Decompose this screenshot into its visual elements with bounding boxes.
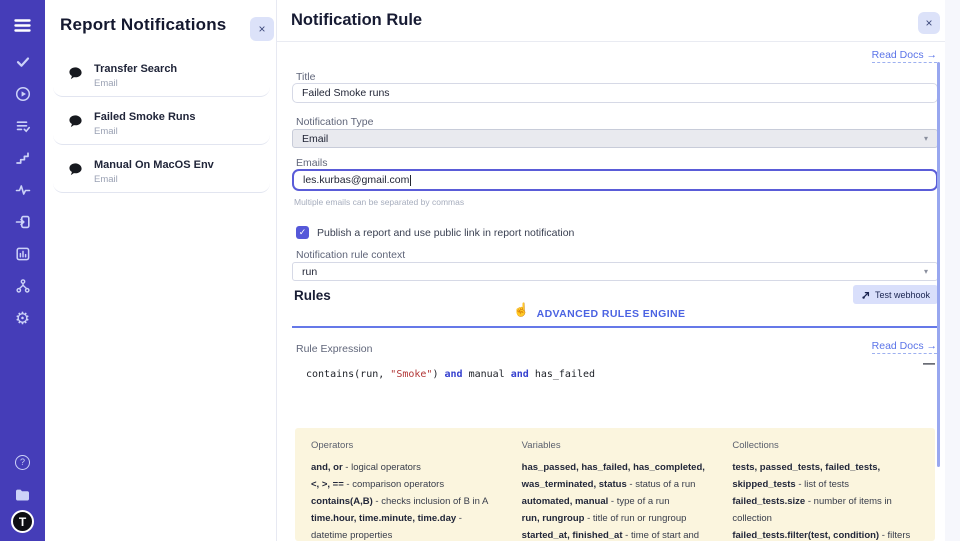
notification-rule-panel: Notification Rule × Read Docs → Title Fa… <box>277 0 945 541</box>
tab-active-indicator <box>292 326 938 328</box>
chevron-down-icon: ▾ <box>924 134 928 143</box>
list-item[interactable]: Manual On MacOS Env Email <box>53 150 270 193</box>
text-cursor <box>410 175 411 186</box>
read-docs-link[interactable]: Read Docs → <box>872 340 937 354</box>
column-entries: and, or - logical operators<, >, == - co… <box>311 459 498 541</box>
steps-icon[interactable] <box>0 142 45 174</box>
settings-gear-icon[interactable]: ⚙ <box>0 302 45 334</box>
app-window: ⚙ ? T Report Notifications × Transfer Se… <box>0 0 960 541</box>
main-header: Notification Rule × <box>277 0 945 42</box>
context-label: Notification rule context <box>296 249 405 261</box>
library-icon[interactable] <box>0 478 45 510</box>
report-notifications-panel: Report Notifications × Transfer Search E… <box>45 0 277 541</box>
chat-bubble-icon <box>67 162 84 177</box>
branch-icon[interactable] <box>0 270 45 302</box>
hand-cursor-icon: ☝ <box>513 302 529 318</box>
column-title: Operators <box>311 440 498 451</box>
chevron-down-icon: ▾ <box>924 267 928 276</box>
collapse-editor-handle[interactable]: — <box>923 356 935 370</box>
emails-input[interactable]: les.kurbas@gmail.com <box>292 169 938 191</box>
publish-checkbox[interactable]: ✓ <box>296 226 309 239</box>
notification-channel: Email <box>94 174 214 185</box>
panel-title: Report Notifications <box>60 15 226 35</box>
notification-type-select[interactable]: Email ▾ <box>292 129 938 148</box>
publish-checkbox-row: ✓ Publish a report and use public link i… <box>296 226 574 239</box>
context-select[interactable]: run ▾ <box>292 262 938 281</box>
test-webhook-button[interactable]: Test webhook <box>853 285 938 304</box>
play-circle-icon[interactable] <box>0 78 45 110</box>
panel-close-button[interactable]: × <box>250 17 274 41</box>
activity-icon[interactable] <box>0 174 45 206</box>
title-input[interactable]: Failed Smoke runs <box>292 83 938 103</box>
list-item[interactable]: Failed Smoke Runs Email <box>53 102 270 145</box>
sidebar: ⚙ ? T <box>0 0 45 541</box>
tab-advanced-rules-engine[interactable]: ADVANCED RULES ENGINE <box>277 308 945 320</box>
rules-help-panel: Operators and, or - logical operators<, … <box>295 428 935 541</box>
notification-type-value: Email <box>302 133 328 145</box>
notification-channel: Email <box>94 78 177 89</box>
chat-bubble-icon <box>67 66 84 81</box>
title-value: Failed Smoke runs <box>302 87 390 99</box>
emails-label: Emails <box>296 157 328 169</box>
notification-type-label: Notification Type <box>296 116 373 128</box>
notification-title: Failed Smoke Runs <box>94 111 195 123</box>
column-title: Variables <box>522 440 709 451</box>
notification-title: Transfer Search <box>94 63 177 75</box>
chat-bubble-icon <box>67 114 84 129</box>
notification-title: Manual On MacOS Env <box>94 159 214 171</box>
publish-checkbox-label: Publish a report and use public link in … <box>317 227 574 239</box>
context-value: run <box>302 266 317 278</box>
rules-heading: Rules <box>294 288 331 303</box>
webhook-arrow-icon <box>861 290 871 300</box>
column-title: Collections <box>732 440 919 451</box>
collections-column: Collections tests, passed_tests, failed_… <box>732 440 919 529</box>
sign-in-icon[interactable] <box>0 206 45 238</box>
task-list-icon[interactable] <box>0 110 45 142</box>
read-docs-link[interactable]: Read Docs → <box>872 49 937 63</box>
page-title: Notification Rule <box>291 11 422 30</box>
column-entries: has_passed, has_failed, has_completed, w… <box>522 459 709 541</box>
main-close-button[interactable]: × <box>918 12 940 34</box>
help-icon[interactable]: ? <box>0 446 45 478</box>
reports-chart-icon[interactable] <box>0 238 45 270</box>
title-label: Title <box>296 71 315 83</box>
list-item[interactable]: Transfer Search Email <box>53 54 270 97</box>
rule-expression-editor[interactable]: contains(run, "Smoke") and manual and ha… <box>306 369 595 380</box>
variables-column: Variables has_passed, has_failed, has_co… <box>522 440 709 529</box>
test-webhook-label: Test webhook <box>875 290 930 300</box>
notification-channel: Email <box>94 126 195 137</box>
emails-hint: Multiple emails can be separated by comm… <box>294 197 464 207</box>
notification-list: Transfer Search Email Failed Smoke Runs … <box>53 54 270 198</box>
menu-icon[interactable] <box>0 9 45 41</box>
rule-expression-label: Rule Expression <box>296 343 372 355</box>
operators-column: Operators and, or - logical operators<, … <box>311 440 498 529</box>
app-logo[interactable]: T <box>11 510 34 533</box>
column-entries: tests, passed_tests, failed_tests, skipp… <box>732 459 919 541</box>
emails-value: les.kurbas@gmail.com <box>303 174 409 186</box>
vertical-scrollbar[interactable] <box>937 62 940 467</box>
check-icon[interactable] <box>0 46 45 78</box>
